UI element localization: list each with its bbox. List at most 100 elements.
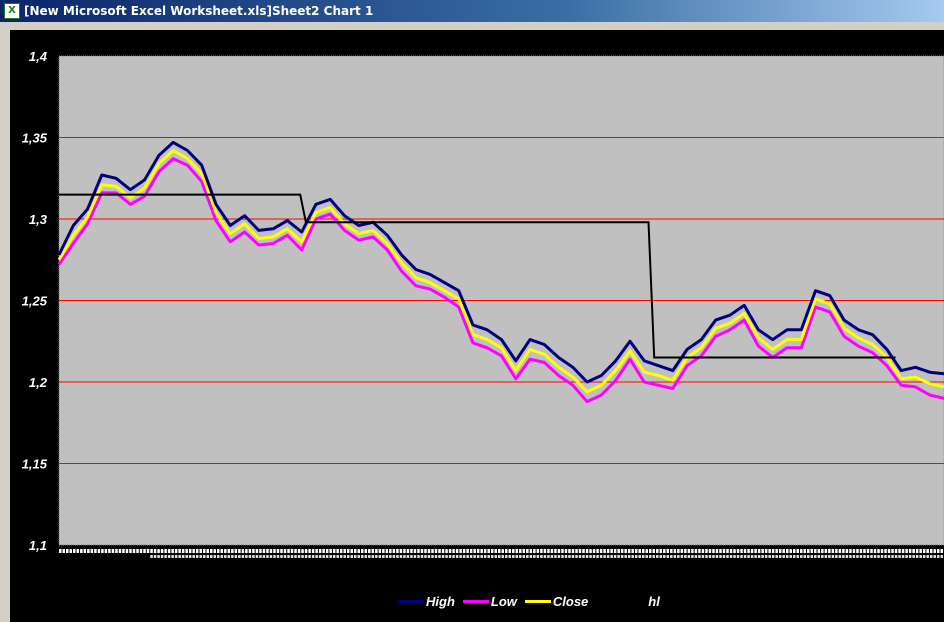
- x-tick-label: [297, 549, 301, 553]
- x-tick-label: [357, 555, 361, 558]
- x-tick-label: [807, 555, 810, 558]
- x-tick-label: [276, 555, 280, 558]
- x-tick-label: [339, 555, 343, 558]
- x-tick-label: [936, 549, 940, 553]
- x-tick-label: [378, 555, 382, 558]
- x-tick-label: [315, 555, 318, 558]
- x-tick-label: [596, 549, 599, 553]
- x-tick-label: [901, 555, 905, 558]
- x-tick-label: [276, 549, 280, 553]
- x-tick-label: [810, 555, 814, 558]
- x-tick-label: [497, 555, 501, 558]
- y-tick-label: 1,25: [22, 294, 48, 309]
- x-tick-label: [238, 549, 241, 553]
- x-tick-label: [617, 555, 620, 558]
- x-tick-label: [810, 549, 814, 553]
- x-tick-label: [515, 555, 519, 558]
- legend-swatch-close: [524, 600, 551, 603]
- x-tick-label: [554, 555, 557, 558]
- x-tick-label: [308, 555, 311, 558]
- x-tick-label: [557, 555, 561, 558]
- x-tick-label: [417, 555, 420, 558]
- x-tick-label: [736, 555, 740, 558]
- x-tick-label: [185, 555, 188, 558]
- x-tick-label: [476, 549, 480, 553]
- x-tick-label: [455, 555, 459, 558]
- x-tick-label: [290, 549, 294, 553]
- x-tick-label: [547, 555, 550, 558]
- x-tick-label: [273, 555, 276, 558]
- x-tick-label: [533, 549, 536, 553]
- x-tick-label: [311, 555, 315, 558]
- x-tick-label: [160, 549, 164, 553]
- x-tick-label: [561, 549, 564, 553]
- x-tick-label: [582, 549, 585, 553]
- x-tick-label: [469, 549, 473, 553]
- x-tick-label: [726, 555, 729, 558]
- x-tick-label: [550, 555, 554, 558]
- x-tick-label: [649, 555, 652, 558]
- x-tick-label: [880, 555, 884, 558]
- legend[interactable]: High Low Close hl: [398, 594, 668, 609]
- x-tick-label: [431, 549, 434, 553]
- x-tick-label: [859, 549, 863, 553]
- x-tick-label: [782, 555, 785, 558]
- x-tick-label: [385, 555, 389, 558]
- x-tick-label: [231, 549, 234, 553]
- x-tick-label: [845, 549, 849, 553]
- legend-label-close: Close: [552, 594, 589, 609]
- x-tick-label: [364, 555, 368, 558]
- x-tick-label: [473, 549, 476, 553]
- x-tick-label: [410, 549, 413, 553]
- x-tick-label: [181, 555, 185, 558]
- x-tick-label: [368, 549, 371, 553]
- window-title-bar[interactable]: X [New Microsoft Excel Worksheet.xls]She…: [0, 0, 944, 22]
- x-tick-label: [750, 555, 754, 558]
- x-tick-label: [540, 549, 543, 553]
- x-tick-label: [427, 555, 431, 558]
- x-tick-label: [838, 555, 842, 558]
- x-tick-label: [670, 555, 673, 558]
- x-tick-label: [178, 549, 181, 553]
- x-tick-label: [301, 555, 304, 558]
- x-tick-label: [505, 549, 508, 553]
- x-tick-label: [325, 555, 329, 558]
- x-tick-label: [399, 549, 403, 553]
- x-tick-label: [610, 549, 613, 553]
- x-tick-label: [122, 549, 125, 553]
- x-tick-label: [343, 555, 346, 558]
- x-tick-label: [213, 555, 217, 558]
- x-tick-label: [866, 555, 870, 558]
- x-tick-label: [526, 549, 529, 553]
- x-tick-label: [97, 549, 101, 553]
- x-tick-label: [701, 549, 705, 553]
- x-tick-label: [424, 549, 427, 553]
- x-tick-label: [740, 549, 743, 553]
- x-tick-label: [283, 549, 287, 553]
- x-tick-label: [561, 555, 564, 558]
- x-tick-label: [490, 555, 494, 558]
- x-tick-label: [153, 549, 157, 553]
- chart-area[interactable]: 1,4 1,35 1,3 1,25 1,2 1,15 1,1 High Low Close …: [10, 30, 944, 622]
- x-tick-label: [438, 549, 441, 553]
- x-tick-label: [357, 549, 361, 553]
- x-tick-label: [455, 549, 459, 553]
- x-tick-label: [606, 555, 610, 558]
- x-tick-label: [919, 555, 922, 558]
- x-tick-label: [768, 555, 771, 558]
- x-tick-label: [940, 549, 943, 553]
- x-tick-label: [691, 555, 694, 558]
- x-tick-label: [603, 549, 606, 553]
- x-tick-label: [266, 549, 269, 553]
- x-tick-label: [132, 549, 136, 553]
- x-tick-label: [483, 555, 487, 558]
- x-tick-label: [620, 549, 624, 553]
- x-tick-label: [641, 549, 645, 553]
- x-tick-label: [821, 555, 824, 558]
- x-tick-label: [687, 549, 691, 553]
- x-tick-label: [164, 549, 167, 553]
- x-tick-label: [378, 549, 382, 553]
- x-tick-label: [785, 555, 789, 558]
- x-tick-label: [424, 555, 427, 558]
- x-tick-label: [473, 555, 476, 558]
